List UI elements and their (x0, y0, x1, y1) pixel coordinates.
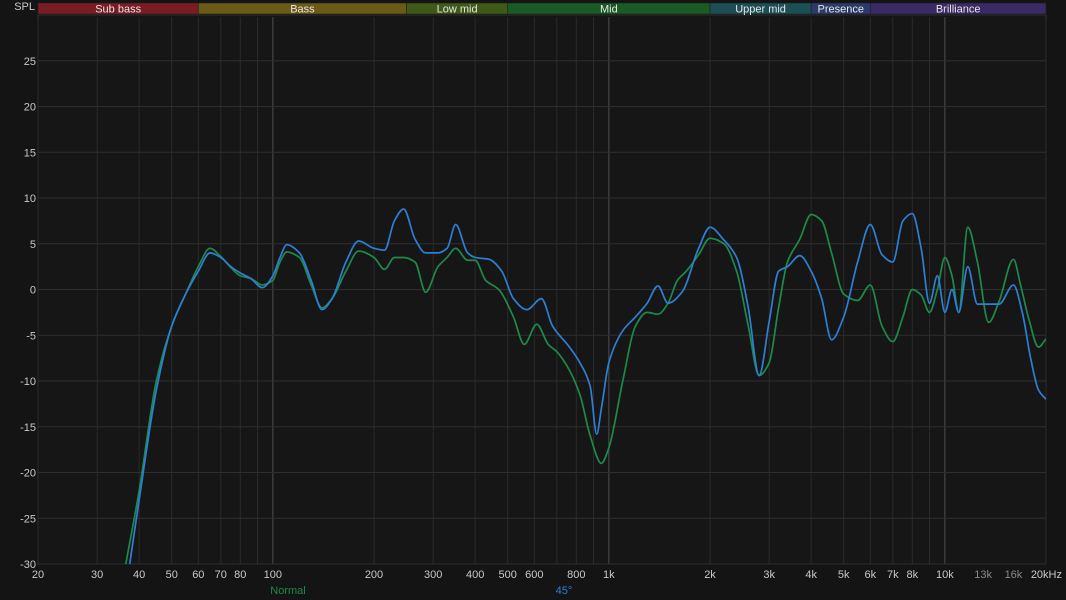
band-label: Low mid (437, 4, 478, 16)
x-tick-label: 60 (192, 569, 204, 581)
y-axis: 2520151050-5-10-15-20-25-30 (20, 56, 36, 571)
x-tick-label: 2k (704, 569, 716, 581)
x-tick-label: 50 (166, 569, 178, 581)
x-tick-label: 200 (365, 569, 383, 581)
y-tick-label: 5 (30, 239, 36, 251)
x-tick-label: 600 (525, 569, 543, 581)
y-axis-label: SPL (14, 1, 35, 13)
x-tick-label: 800 (567, 569, 585, 581)
y-tick-label: 25 (24, 56, 36, 68)
x-axis: 20 30 40 50 60 70 80 100 200 300 400 500 600 800 1k 2k 3… (32, 569, 1062, 581)
band-label: Bass (290, 4, 315, 16)
x-tick-label: 100 (264, 569, 282, 581)
x-tick-label: 40 (133, 569, 145, 581)
band-label: Presence (817, 4, 863, 16)
x-tick-label: 4k (805, 569, 817, 581)
y-tick-label: 20 (24, 102, 36, 114)
legend-entry[interactable]: 45° (556, 585, 573, 597)
x-tick-label: 5k (838, 569, 850, 581)
x-tick-label: 500 (499, 569, 517, 581)
legend-entry[interactable]: Normal (270, 585, 305, 597)
x-tick-label: 8k (906, 569, 918, 581)
y-tick-label: 15 (24, 147, 36, 159)
x-tick-label: 70 (215, 569, 227, 581)
frequency-response-chart: Sub bass Bass Low mid Mid Upper mid Presence B… (14, 1, 1062, 597)
band-label: Brilliance (936, 4, 981, 16)
x-tick-label: 10k (936, 569, 954, 581)
x-tick-label: 20 (32, 569, 44, 581)
band-label: Upper mid (735, 4, 786, 16)
x-tick-label: 80 (234, 569, 246, 581)
y-tick-label: -25 (20, 513, 36, 525)
x-tick-label: 3k (763, 569, 775, 581)
x-tick-label: 6k (865, 569, 877, 581)
x-tick-label: 7k (887, 569, 899, 581)
frequency-bands: Sub bass Bass Low mid Mid Upper mid Presence B… (37, 2, 1047, 16)
x-tick-label: 300 (424, 569, 442, 581)
y-tick-label: 0 (30, 285, 36, 297)
x-tick-label: 20kHz (1031, 569, 1062, 581)
legend: Normal 45° (270, 585, 572, 597)
y-tick-label: -20 (20, 468, 36, 480)
y-tick-label: 10 (24, 193, 36, 205)
x-tick-label: 30 (91, 569, 103, 581)
y-tick-label: -10 (20, 376, 36, 388)
band-label: Sub bass (95, 4, 141, 16)
x-tick-label: 16k (1005, 569, 1023, 581)
x-tick-label: 1k (603, 569, 615, 581)
y-tick-label: -15 (20, 422, 36, 434)
x-tick-label: 13k (974, 569, 992, 581)
x-tick-label: 400 (466, 569, 484, 581)
band-label: Mid (600, 4, 618, 16)
y-tick-label: -5 (26, 330, 36, 342)
